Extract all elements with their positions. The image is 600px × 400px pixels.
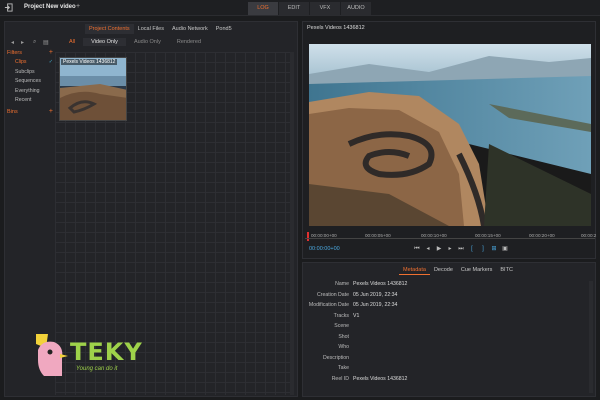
tab-audio-network[interactable]: Audio Network: [168, 24, 212, 34]
metadata-key: Shot: [338, 333, 349, 340]
view-mode-icon[interactable]: ▤: [43, 39, 49, 46]
sidebar-item-label: Clips: [15, 59, 27, 65]
tab-project-contents[interactable]: Project Contents: [85, 24, 134, 34]
project-title: Project New video: [24, 4, 76, 10]
tab-log[interactable]: LOG: [248, 2, 278, 15]
metadata-row: Shot: [303, 334, 587, 345]
metadata-key: Modification Date: [308, 302, 349, 308]
playhead[interactable]: [307, 232, 309, 241]
search-icon[interactable]: ⌕: [33, 39, 36, 46]
metadata-row: Description: [303, 355, 587, 366]
watermark-tagline: Young can do it: [76, 366, 118, 372]
add-bin-icon[interactable]: +: [49, 108, 53, 115]
top-bar: Project New video + LOG EDIT VFX AUDIO: [0, 0, 600, 16]
metadata-row: Take: [303, 365, 587, 376]
tab-bitc[interactable]: BITC: [496, 266, 517, 275]
insert-icon[interactable]: ⊞: [490, 245, 498, 253]
filter-video-only[interactable]: Video Only: [83, 38, 126, 46]
go-to-start-icon[interactable]: ⏮: [413, 245, 421, 253]
filter-toolbar: ◂ ▸ ⌕ ▤ All Video Only Audio Only Render…: [9, 38, 289, 49]
bins-heading: Bins +: [7, 108, 53, 118]
sidebar-item-everything[interactable]: Everything: [7, 88, 53, 98]
transport-controls: ⏮ ◂ ▶ ▸ ⏭ [ ] ⊞ ▣: [413, 245, 512, 253]
metadata-key: Description: [323, 354, 349, 361]
metadata-row: Modification Date 05 Jun 2019, 22:34: [303, 302, 587, 313]
metadata-panel: Metadata Decode Cue Markers BITC Name Pex…: [302, 262, 596, 397]
filter-tabs: All Video Only Audio Only Rendered: [61, 38, 209, 46]
sidebar-item-clips[interactable]: Clips ✓: [7, 59, 53, 69]
step-forward-icon[interactable]: ▸: [446, 245, 454, 253]
watermark-brand: TEKY: [70, 338, 143, 366]
metadata-row: Creation Date 05 Jun 2019, 22:34: [303, 292, 587, 303]
tab-decode[interactable]: Decode: [430, 266, 457, 275]
timeline-ruler[interactable]: 00:00:00+00 00:00:05+00 00:00:10+00 00:0…: [305, 232, 596, 241]
tab-vfx[interactable]: VFX: [310, 2, 340, 15]
filter-audio-only[interactable]: Audio Only: [126, 38, 169, 46]
metadata-key: Name: [335, 281, 349, 287]
mode-tabs: LOG EDIT VFX AUDIO: [248, 2, 372, 15]
metadata-value[interactable]: 05 Jun 2019, 22:34: [353, 292, 397, 298]
filters-heading: Filters +: [7, 49, 53, 59]
exit-icon[interactable]: [4, 3, 13, 12]
add-icon[interactable]: +: [76, 3, 80, 10]
play-icon[interactable]: ▶: [435, 245, 443, 253]
step-back-icon[interactable]: ◂: [424, 245, 432, 253]
forward-icon[interactable]: ▸: [21, 39, 24, 46]
mark-in-icon[interactable]: [: [468, 245, 476, 253]
check-icon: ✓: [48, 59, 53, 65]
video-frame[interactable]: [309, 44, 591, 226]
clip-thumbnail[interactable]: Pexels Videos 1436812: [59, 57, 127, 121]
current-timecode[interactable]: 00:00:00+00: [309, 246, 340, 252]
filter-all[interactable]: All: [61, 38, 83, 46]
metadata-value[interactable]: Pexels Videos 1436812: [353, 376, 407, 382]
sidebar-item-subclips[interactable]: Subclips: [7, 69, 53, 79]
overwrite-icon[interactable]: ▣: [501, 245, 509, 253]
metadata-tabs: Metadata Decode Cue Markers BITC: [399, 266, 517, 275]
tab-cue-markers[interactable]: Cue Markers: [457, 266, 496, 275]
metadata-row: Name Pexels Videos 1436812: [303, 281, 587, 292]
viewer-title: Pexels Videos 1436812: [307, 25, 365, 31]
metadata-value[interactable]: V1: [353, 313, 359, 319]
metadata-key: Who: [338, 344, 349, 350]
metadata-row: Reel ID Pexels Videos 1436812: [303, 376, 587, 387]
viewer-panel: Pexels Videos 1436812 00:00:00+00 00:00:…: [302, 21, 596, 259]
clip-thumbnail-image: [60, 58, 126, 120]
sidebar-item-recent[interactable]: Recent: [7, 97, 53, 107]
metadata-scrollbar[interactable]: [589, 281, 593, 393]
metadata-value[interactable]: 05 Jun 2019, 22:34: [353, 302, 397, 308]
tab-local-files[interactable]: Local Files: [134, 24, 168, 34]
browser-scrollbar[interactable]: [290, 52, 294, 395]
metadata-row: Tracks V1: [303, 313, 587, 324]
sidebar-item-sequences[interactable]: Sequences: [7, 78, 53, 88]
metadata-value[interactable]: Pexels Videos 1436812: [353, 281, 407, 287]
add-filter-icon[interactable]: +: [49, 49, 53, 56]
metadata-key: Tracks: [333, 312, 349, 319]
metadata-key: Scene: [334, 323, 349, 329]
timeline-line: [305, 238, 595, 239]
video-frame-image: [309, 44, 591, 226]
metadata-key: Reel ID: [331, 375, 349, 382]
tab-metadata[interactable]: Metadata: [399, 266, 430, 275]
metadata-row: Who: [303, 344, 587, 355]
filters-sidebar: Filters + Clips ✓ Subclips Sequences Eve…: [7, 49, 53, 118]
browser-tabs: Project Contents Local Files Audio Netwo…: [85, 24, 236, 34]
go-to-end-icon[interactable]: ⏭: [457, 245, 465, 253]
back-icon[interactable]: ◂: [11, 39, 14, 46]
metadata-row: Scene: [303, 323, 587, 334]
filter-rendered[interactable]: Rendered: [169, 38, 209, 46]
bins-label: Bins: [7, 108, 18, 115]
metadata-list: Name Pexels Videos 1436812 Creation Date 0…: [303, 281, 587, 386]
filters-label: Filters: [7, 50, 22, 56]
clip-label: Pexels Videos 1436812: [61, 59, 118, 65]
metadata-key: Creation Date: [316, 291, 349, 298]
tab-audio[interactable]: AUDIO: [341, 2, 371, 15]
tab-pond5[interactable]: Pond5: [212, 24, 236, 34]
mark-out-icon[interactable]: ]: [479, 245, 487, 253]
metadata-key: Take: [338, 365, 349, 371]
tab-edit[interactable]: EDIT: [279, 2, 309, 15]
